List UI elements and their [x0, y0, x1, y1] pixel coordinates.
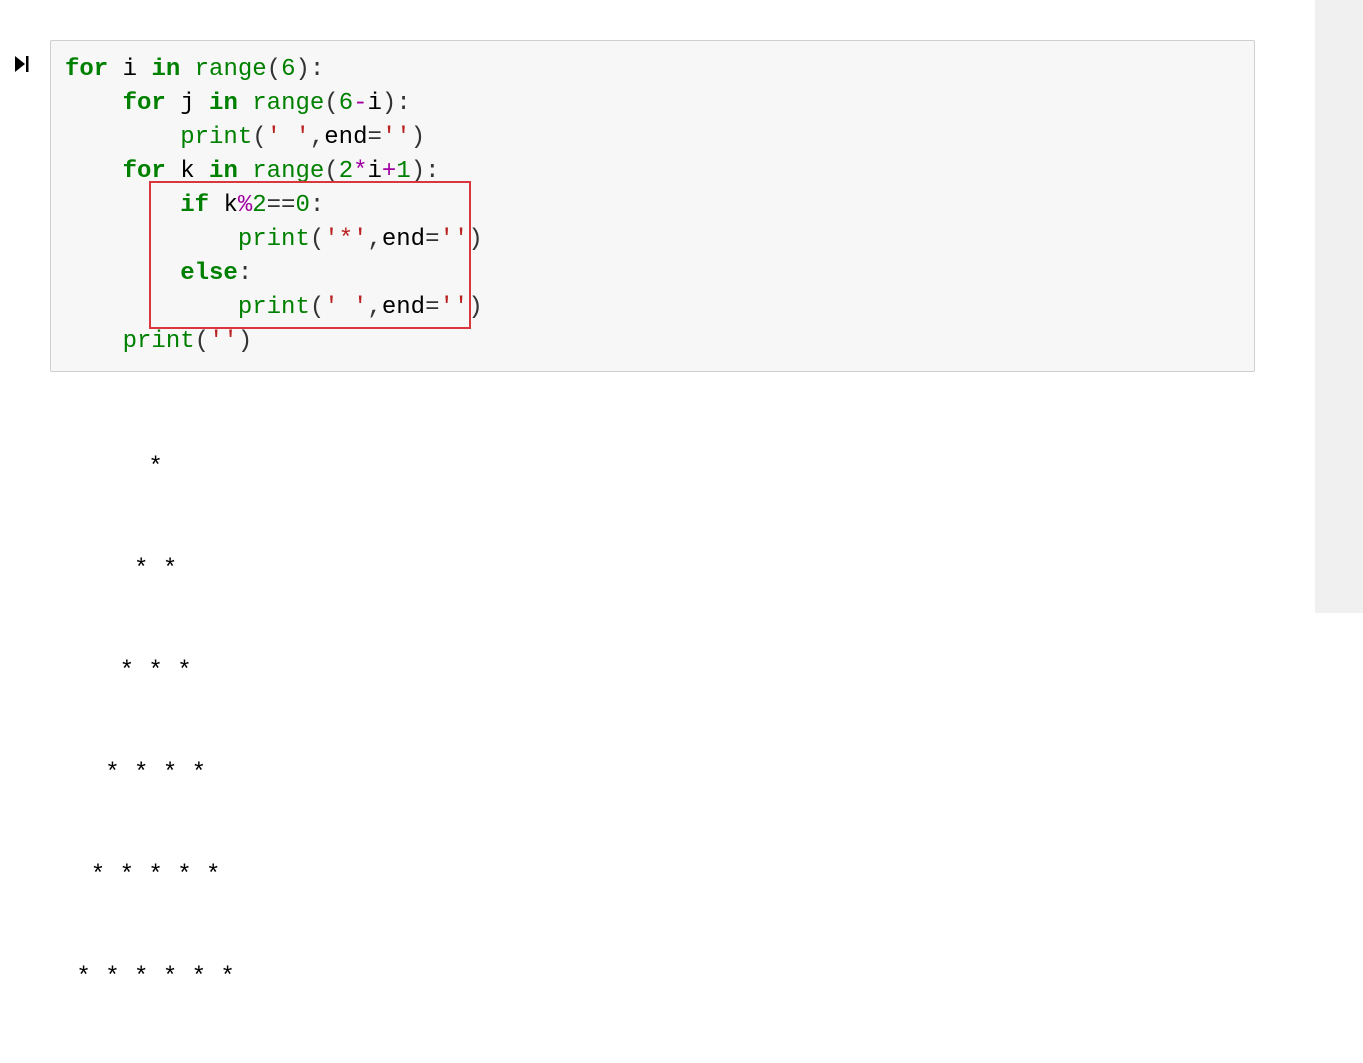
code-line-7: else:	[65, 257, 1240, 291]
cell-output-area: * * * * * * * * * * * * * * * * * * * * …	[62, 383, 235, 1063]
code-line-2: for j in range(6-i):	[65, 87, 1240, 121]
editor-main-area: for i in range(6): for j in range(6-i): …	[0, 0, 1315, 613]
code-line-1: for i in range(6):	[65, 53, 1240, 87]
output-line: * * * * *	[62, 859, 235, 893]
output-line: * * * * * *	[62, 961, 235, 995]
output-line: * *	[62, 553, 235, 587]
code-line-9: print('')	[65, 325, 1240, 359]
vertical-scrollbar-track[interactable]	[1315, 0, 1363, 613]
code-line-4: for k in range(2*i+1):	[65, 155, 1240, 189]
run-cell-icon[interactable]	[14, 57, 32, 80]
output-line: * * *	[62, 655, 235, 689]
code-line-3: print(' ',end='')	[65, 121, 1240, 155]
code-line-6: print('*',end='')	[65, 223, 1240, 257]
cell-prompt-area	[14, 55, 44, 79]
code-input-cell[interactable]: for i in range(6): for j in range(6-i): …	[50, 40, 1255, 372]
code-line-5: if k%2==0:	[65, 189, 1240, 223]
code-line-8: print(' ',end='')	[65, 291, 1240, 325]
output-line: * * * *	[62, 757, 235, 791]
output-line: *	[62, 451, 235, 485]
